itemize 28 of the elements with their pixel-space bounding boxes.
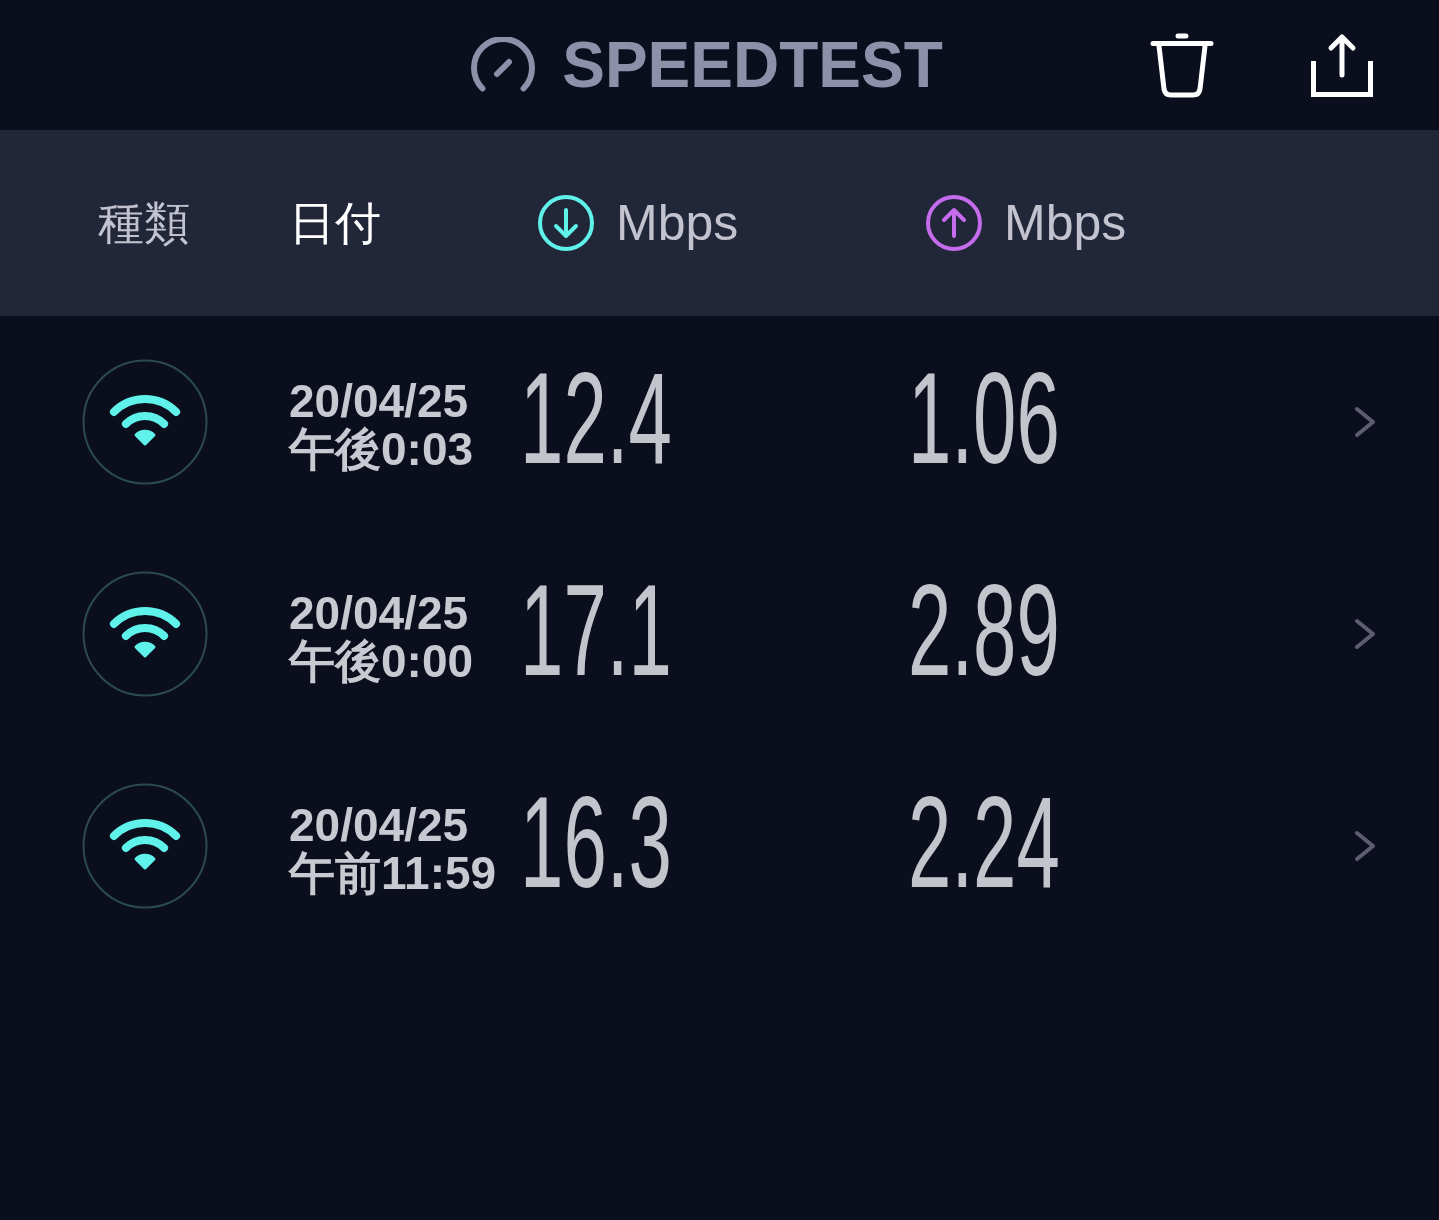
download-speed: 17.1 xyxy=(520,565,672,695)
share-icon[interactable] xyxy=(1310,32,1374,98)
upload-speed: 2.89 xyxy=(908,565,1060,695)
download-speed: 12.4 xyxy=(520,353,672,483)
download-icon xyxy=(538,195,594,251)
column-header[interactable]: 日付 xyxy=(289,197,381,249)
download-column-header[interactable]: Mbps xyxy=(538,195,739,251)
upload-speed: 2.24 xyxy=(908,777,1060,907)
app-title: SPEEDTEST xyxy=(562,33,943,97)
upload-icon xyxy=(926,195,982,251)
chevron-icon[interactable] xyxy=(1354,830,1376,862)
wifi-icon xyxy=(81,359,208,485)
test-date: 20/04/25 xyxy=(289,377,469,425)
test-time: 午後0:00 xyxy=(289,637,474,685)
test-date: 20/04/25 xyxy=(289,801,469,849)
test-time: 午前11:59 xyxy=(289,849,497,897)
column-header[interactable]: 種類 xyxy=(98,197,190,249)
upload-speed: 1.06 xyxy=(908,353,1060,483)
speedometer-icon xyxy=(470,37,537,93)
chevron-icon[interactable] xyxy=(1354,618,1376,650)
upload-column-header[interactable]: Mbps xyxy=(926,195,1127,251)
wifi-icon xyxy=(81,571,208,697)
trash-icon[interactable] xyxy=(1150,32,1214,98)
test-date: 20/04/25 xyxy=(289,589,469,637)
chevron-icon[interactable] xyxy=(1354,406,1376,438)
download-speed: 16.3 xyxy=(520,777,672,907)
wifi-icon xyxy=(81,783,208,909)
test-time: 午後0:03 xyxy=(289,425,474,473)
